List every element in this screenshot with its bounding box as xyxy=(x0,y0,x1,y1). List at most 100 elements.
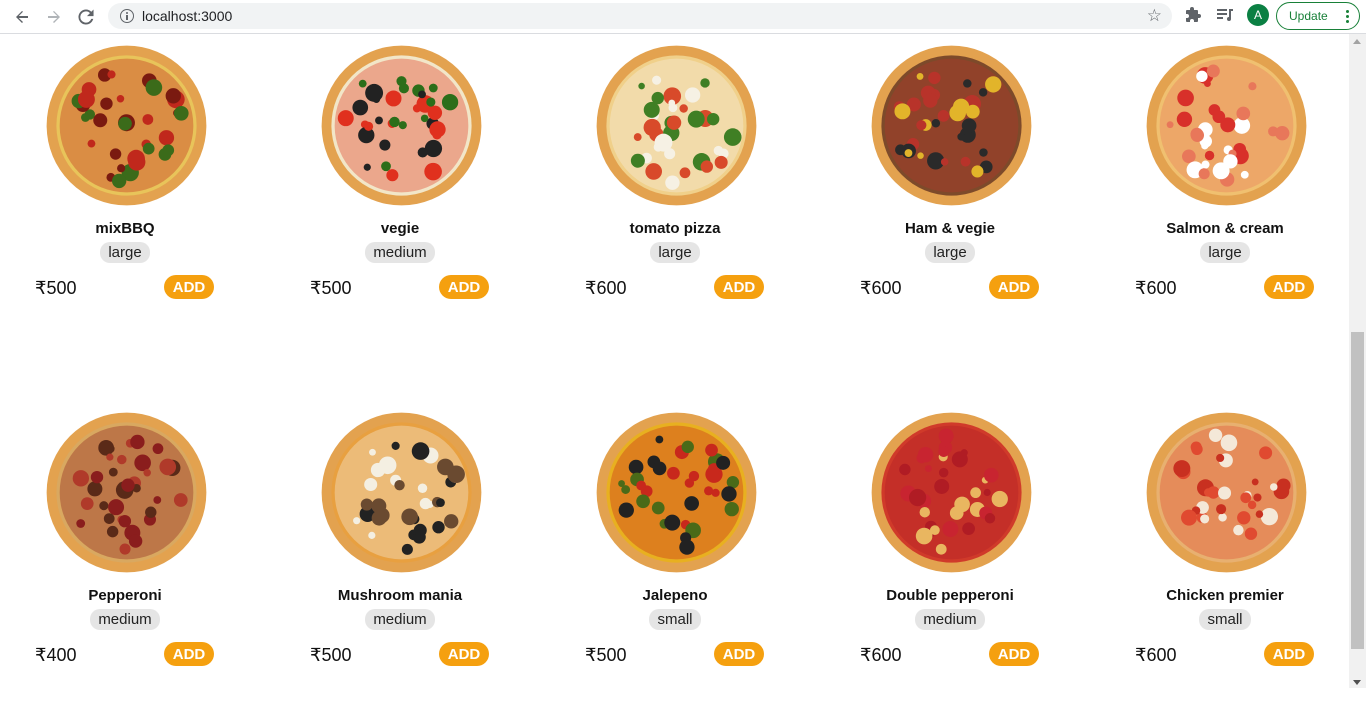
pizza-topping xyxy=(173,493,188,507)
add-to-cart-button[interactable]: ADD xyxy=(439,275,489,299)
bookmark-star-icon[interactable]: ☆ xyxy=(1147,6,1162,26)
pizza-topping xyxy=(638,82,645,90)
pizza-topping xyxy=(1216,504,1227,515)
extensions-puzzle-icon[interactable] xyxy=(1184,5,1204,25)
pizza-illustration xyxy=(321,45,482,206)
add-to-cart-button[interactable]: ADD xyxy=(439,642,489,666)
pizza-topping xyxy=(369,448,376,456)
pizza-name: tomato pizza xyxy=(629,220,721,237)
pizza-topping xyxy=(424,139,443,158)
pizza-topping xyxy=(668,99,676,107)
pizza-topping xyxy=(991,490,1008,508)
address-bar[interactable]: localhost:3000 ☆ xyxy=(108,3,1172,29)
pizza-topping xyxy=(1206,64,1220,78)
pizza-topping xyxy=(447,465,465,484)
pizza-topping xyxy=(1166,121,1174,129)
pizza-topping xyxy=(1208,428,1223,442)
pizza-topping xyxy=(77,90,95,108)
pizza-topping xyxy=(108,467,118,477)
pizza-name: vegie xyxy=(380,220,420,237)
size-badge-wrap: small xyxy=(550,609,800,630)
size-badge: medium xyxy=(915,609,985,630)
pizza-topping xyxy=(711,488,720,497)
add-to-cart-button[interactable]: ADD xyxy=(714,642,764,666)
pizza-topping xyxy=(1255,510,1264,518)
add-to-cart-button[interactable]: ADD xyxy=(164,642,214,666)
profile-avatar[interactable]: A xyxy=(1247,4,1269,26)
pizza-topping xyxy=(80,497,94,510)
pizza-topping xyxy=(919,507,930,518)
pizza-topping xyxy=(1204,150,1215,161)
pizza-topping xyxy=(103,513,115,524)
reload-icon[interactable] xyxy=(72,3,100,31)
pizza-topping xyxy=(93,113,108,128)
pizza-card: Double pepperoni medium ₹600 ADD xyxy=(825,401,1100,701)
add-to-cart-button[interactable]: ADD xyxy=(1264,275,1314,299)
pizza-topping xyxy=(643,101,660,118)
pizza-topping xyxy=(937,110,950,122)
pizza-topping xyxy=(938,467,949,478)
pizza-topping xyxy=(1201,142,1209,150)
pizza-topping xyxy=(684,87,701,103)
pizza-topping xyxy=(938,428,954,444)
pizza-topping xyxy=(706,112,720,126)
pizza-image xyxy=(45,44,208,207)
pizza-topping xyxy=(957,132,966,141)
pizza-name: mixBBQ xyxy=(95,220,155,237)
pizza-illustration xyxy=(871,45,1032,206)
pizza-topping xyxy=(1176,111,1193,127)
media-queue-icon[interactable] xyxy=(1215,5,1235,25)
pizza-topping xyxy=(100,97,113,110)
back-arrow-icon[interactable] xyxy=(8,3,36,31)
pizza-topping xyxy=(117,454,127,465)
pizza-illustration xyxy=(46,45,207,206)
pizza-topping xyxy=(1260,507,1279,526)
pizza-topping xyxy=(666,115,682,130)
pizza-name: Mushroom mania xyxy=(337,587,463,604)
pizza-topping xyxy=(119,543,131,555)
pizza-topping xyxy=(1190,128,1205,142)
pizza-topping xyxy=(364,121,374,131)
pizza-card: vegie medium ₹500 ADD xyxy=(275,34,550,334)
add-to-cart-button[interactable]: ADD xyxy=(989,642,1039,666)
info-icon[interactable] xyxy=(120,9,134,23)
pizza-topping xyxy=(688,470,700,482)
pizza-topping xyxy=(158,147,172,161)
pizza-topping xyxy=(152,443,164,455)
pizza-topping xyxy=(628,459,644,475)
pizza-topping xyxy=(412,104,422,113)
pizza-illustration xyxy=(1146,45,1307,206)
pizza-topping xyxy=(984,513,996,524)
size-badge-wrap: medium xyxy=(0,609,250,630)
pizza-price: ₹500 xyxy=(310,278,352,298)
add-to-cart-button[interactable]: ADD xyxy=(164,275,214,299)
pizza-topping xyxy=(153,496,162,504)
pizza-topping xyxy=(942,521,959,537)
pizza-topping xyxy=(418,90,426,99)
forward-arrow-icon[interactable] xyxy=(40,3,68,31)
pizza-topping xyxy=(985,76,1002,93)
pizza-topping xyxy=(368,531,376,539)
pizza-topping xyxy=(364,477,378,492)
pizza-topping xyxy=(337,110,354,127)
pizza-topping xyxy=(76,519,86,528)
add-to-cart-button[interactable]: ADD xyxy=(714,275,764,299)
pizza-topping xyxy=(700,78,710,88)
pizza-topping xyxy=(363,163,371,171)
pizza-topping xyxy=(441,94,459,111)
pizza-topping xyxy=(166,135,174,143)
size-badge: large xyxy=(650,242,700,263)
pizza-topping xyxy=(1248,82,1257,91)
update-button[interactable]: Update xyxy=(1276,2,1360,30)
pizza-topping xyxy=(721,486,737,502)
pizza-topping xyxy=(1247,500,1257,510)
pizza-topping xyxy=(352,99,369,116)
add-to-cart-button[interactable]: ADD xyxy=(989,275,1039,299)
pizza-topping xyxy=(1220,434,1238,452)
kebab-menu-icon xyxy=(1346,10,1349,23)
size-badge-wrap: large xyxy=(825,242,1075,263)
pizza-topping xyxy=(1233,524,1244,536)
pizza-topping xyxy=(1237,511,1251,525)
pizza-name: Double pepperoni xyxy=(886,587,1014,604)
add-to-cart-button[interactable]: ADD xyxy=(1264,642,1314,666)
